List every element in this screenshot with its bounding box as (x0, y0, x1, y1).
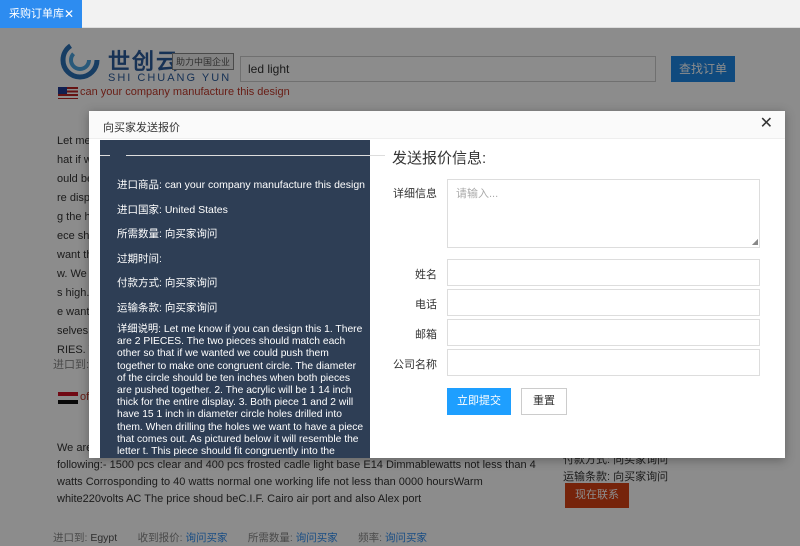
phone-input[interactable] (447, 289, 760, 316)
info-shipping: 运输条款: 向买家询问 (117, 301, 218, 314)
resize-handle-icon[interactable]: ◢ (752, 238, 758, 246)
detail-placeholder: 请输入... (456, 188, 499, 200)
close-icon[interactable]: ✕ (760, 115, 773, 133)
submit-button[interactable]: 立即提交 (447, 388, 511, 415)
modal-title: 向买家发送报价 (103, 122, 180, 134)
inquiry-fields: 进口商品: can your company manufacture this … (117, 178, 367, 325)
info-product: 进口商品: can your company manufacture this … (117, 179, 366, 191)
company-input[interactable] (447, 349, 760, 376)
info-payment: 付款方式: 向买家询问 (117, 277, 218, 289)
divider (370, 155, 385, 156)
info-expiry: 过期时间: (117, 252, 162, 265)
name-input[interactable] (447, 259, 760, 286)
quote-modal: 向买家发送报价 ✕ 进口商品: can your company manufac… (89, 111, 785, 458)
tab-close-icon[interactable]: ✕ (64, 0, 74, 28)
divider (100, 155, 370, 156)
tab-label: 采购订单库 (9, 8, 64, 20)
form-heading: 发送报价信息: (392, 150, 487, 167)
tab-purchase-orders[interactable]: 采购订单库 ✕ (0, 0, 82, 28)
reset-button[interactable]: 重置 (521, 388, 567, 415)
info-quantity: 所需数量: 向买家询问 (117, 228, 218, 240)
inquiry-info-panel: 进口商品: can your company manufacture this … (100, 140, 370, 458)
tab-bar: 采购订单库 ✕ (0, 0, 800, 28)
name-label: 姓名 (415, 269, 437, 281)
detail-textarea[interactable]: 请输入... ◢ (447, 179, 760, 248)
detail-label: 详细信息 (393, 188, 437, 200)
phone-label: 电话 (415, 299, 437, 311)
modal-header: 向买家发送报价 ✕ (89, 111, 785, 139)
info-detail: 详细说明: Let me know if you can design this… (117, 324, 364, 458)
email-input[interactable] (447, 319, 760, 346)
email-label: 邮箱 (415, 329, 437, 341)
company-label: 公司名称 (393, 359, 437, 371)
info-country: 进口国家: United States (117, 203, 228, 216)
